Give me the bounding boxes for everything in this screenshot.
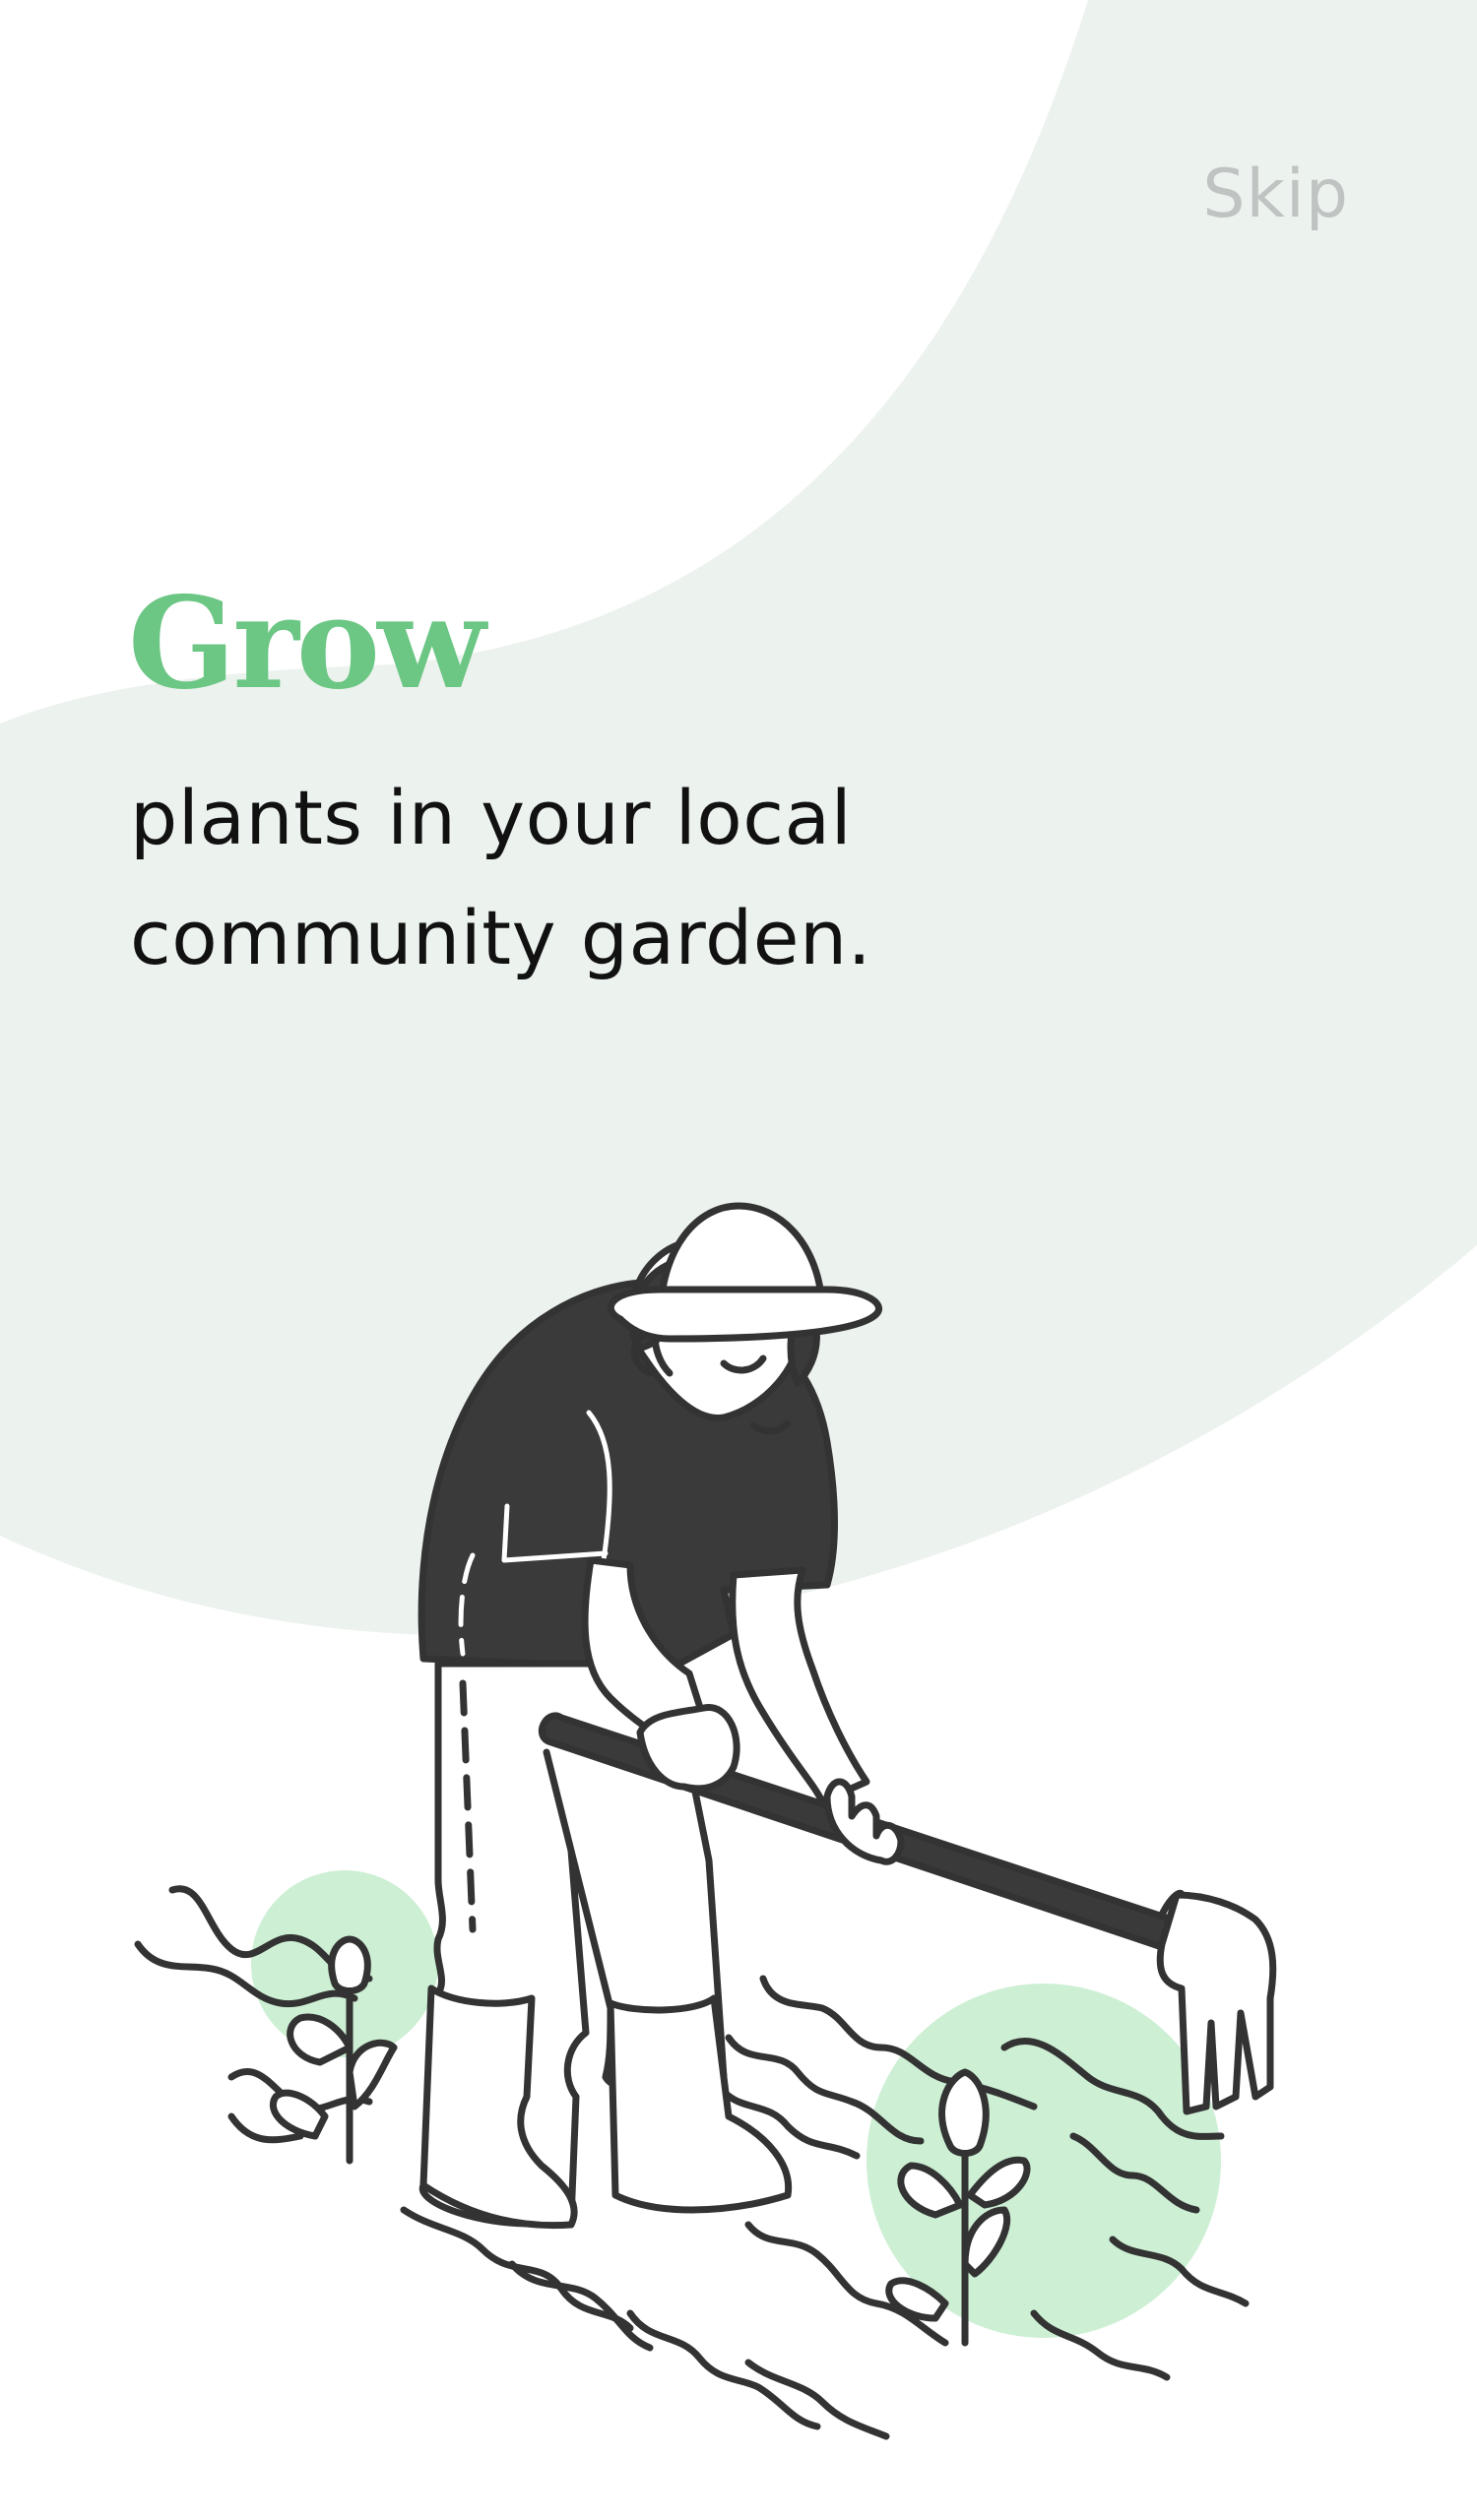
subtitle-line-2: community garden. xyxy=(130,894,872,981)
onboarding-headline: Grow xyxy=(128,570,485,718)
gardener-with-hoe-illustration xyxy=(134,1202,1277,2440)
subtitle-line-1: plants in your local xyxy=(130,774,853,861)
skip-button[interactable]: Skip xyxy=(1202,156,1349,233)
onboarding-subtitle: plants in your local community garden. xyxy=(130,758,1016,998)
